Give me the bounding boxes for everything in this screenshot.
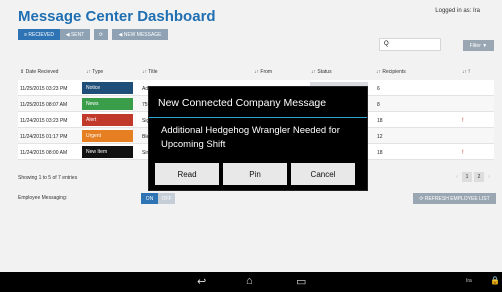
app-window: Message Center Dashboard Logged in as: I…	[0, 0, 502, 292]
table-header: ⇕ Date Recieved ↓↑ Type ↓↑ Title ↓↑ From…	[18, 66, 494, 77]
dialog-title: New Connected Company Message	[158, 97, 327, 109]
refresh-button[interactable]: ⟳	[94, 29, 108, 40]
sent-button[interactable]: ◀ SENT	[60, 29, 90, 40]
col-title[interactable]: ↓↑ Title	[142, 69, 158, 75]
type-badge: News	[82, 98, 133, 110]
row-recipients: 12	[377, 134, 383, 140]
search-input[interactable]: Q	[379, 38, 441, 51]
dialog-divider	[149, 117, 367, 118]
priority-flag: !	[462, 150, 464, 156]
row-date: 11/24/2015 08:00 AM	[20, 150, 68, 156]
employee-messaging-label: Employee Messaging:	[18, 195, 68, 201]
toolbar: ≡ RECIEVED ◀ SENT ⟳ ◀ NEW MESSAGE	[18, 29, 168, 40]
android-nav-bar: ↩ ⌂ ▭ Ira 🔒	[0, 272, 502, 292]
new-message-button[interactable]: ◀ NEW MESSAGE	[112, 29, 168, 40]
status-user: Ira	[466, 278, 472, 284]
row-date: 11/25/2015 08:07 AM	[20, 102, 68, 108]
col-type[interactable]: ↓↑ Type	[86, 69, 103, 75]
prev-page-button[interactable]: ‹	[454, 172, 460, 182]
col-date[interactable]: ⇕ Date Recieved	[20, 69, 58, 75]
message-dialog: New Connected Company Message Additional…	[148, 86, 368, 191]
toggle-on[interactable]: ON	[141, 193, 158, 204]
cancel-button[interactable]: Cancel	[291, 163, 355, 185]
read-button[interactable]: Read	[155, 163, 219, 185]
dialog-buttons: Read Pin Cancel	[155, 163, 355, 185]
type-badge: Urgent	[82, 130, 133, 142]
filter-button[interactable]: Filter ▼	[463, 40, 494, 51]
type-badge: New Item	[82, 146, 133, 158]
type-badge: Notice	[82, 82, 133, 94]
dialog-message: Additional Hedgehog Wrangler Needed for …	[161, 125, 340, 150]
col-status[interactable]: ↓↑ Status	[311, 69, 332, 75]
refresh-employee-list-button[interactable]: ⟳ REFRESH EMPLOYEE LIST	[413, 193, 496, 204]
row-recipients: 8	[377, 102, 380, 108]
home-icon[interactable]: ⌂	[246, 275, 253, 287]
lock-icon: 🔒	[490, 276, 500, 285]
back-icon[interactable]: ↩	[197, 275, 206, 288]
toggle-off[interactable]: OFF	[158, 193, 175, 204]
page-title: Message Center Dashboard	[18, 8, 216, 25]
pin-button[interactable]: Pin	[223, 163, 287, 185]
pagination: ‹ 1 2 ›	[454, 172, 492, 182]
row-date: 11/24/2015 01:17 PM	[20, 134, 68, 140]
col-recipients[interactable]: ↓↑ Recipients	[376, 69, 406, 75]
page-2-button[interactable]: 2	[474, 172, 484, 182]
col-from[interactable]: ↓↑ From	[254, 69, 272, 75]
type-badge: Alert	[82, 114, 133, 126]
priority-flag: !	[462, 118, 464, 124]
next-page-button[interactable]: ›	[486, 172, 492, 182]
col-flag[interactable]: ↓↑ !	[462, 69, 470, 75]
row-date: 11/24/2015 03:23 PM	[20, 118, 68, 124]
search-icon: Q	[384, 41, 389, 47]
row-recipients: 6	[377, 86, 380, 92]
entries-count: Showing 1 to 5 of 7 entries	[18, 175, 78, 181]
recents-icon[interactable]: ▭	[296, 275, 306, 288]
received-button[interactable]: ≡ RECIEVED	[18, 29, 60, 40]
employee-messaging-toggle[interactable]: ON OFF	[141, 193, 175, 204]
page-1-button[interactable]: 1	[462, 172, 472, 182]
row-date: 11/25/2015 03:23 PM	[20, 86, 68, 92]
row-recipients: 18	[377, 118, 383, 124]
row-recipients: 18	[377, 150, 383, 156]
logged-in-label: Logged in as: Ira	[435, 8, 480, 14]
